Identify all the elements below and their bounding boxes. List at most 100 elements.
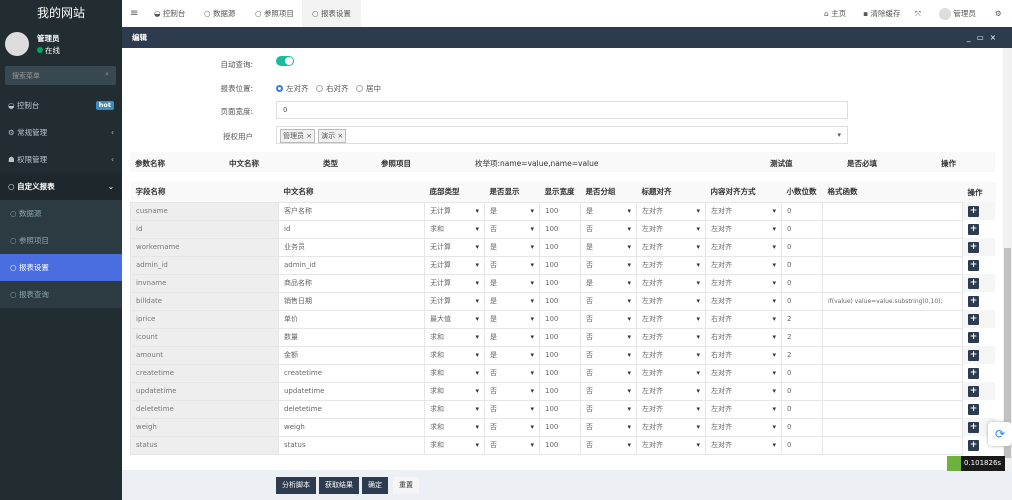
chinese-name[interactable]: id [278,219,425,239]
authorized-users-select[interactable]: 管理员 × 演示 × ▾ [276,126,848,144]
width-input[interactable]: 100 [539,255,581,275]
add-icon[interactable]: + [968,349,979,361]
content-align-select[interactable]: 右对齐 [705,327,782,347]
maximize-icon[interactable]: ▭ [977,33,990,42]
tab-reference[interactable]: ○ 参照项目 [255,0,294,27]
format-function-input[interactable] [822,201,963,221]
chinese-name[interactable]: 单价 [278,309,425,329]
radio-left[interactable]: 左对齐 [276,83,309,94]
content-align-select[interactable]: 左对齐 [705,399,782,419]
content-align-select[interactable]: 左对齐 [705,255,782,275]
remove-tag-icon[interactable]: × [306,132,312,140]
add-icon[interactable]: + [968,439,979,451]
chinese-name[interactable]: admin_id [278,255,425,275]
content-align-select[interactable]: 左对齐 [705,291,782,311]
chinese-name[interactable]: 数量 [278,327,425,347]
user-menu[interactable]: 管理员 [939,0,976,27]
format-function-input[interactable] [822,363,963,383]
menu-toggle-icon[interactable]: ≡ [130,0,138,27]
width-input[interactable]: 100 [539,219,581,239]
radio-right[interactable]: 右对齐 [316,83,349,94]
width-input[interactable]: 100 [539,363,581,383]
settings-icon[interactable]: ⚙ [995,0,1002,27]
content-align-select[interactable]: 左对齐 [705,417,782,437]
decimals-input[interactable]: 0 [781,399,823,419]
chinese-name[interactable]: updatetime [278,381,425,401]
footer-type-select[interactable]: 无计算 [424,273,485,293]
content-align-select[interactable]: 右对齐 [705,345,782,365]
sidebar-item-custom-report[interactable]: ○ 自定义报表 ⌄ [0,173,122,200]
fullscreen-icon[interactable]: ⤧ [915,0,921,27]
chinese-name[interactable]: 业务员 [278,237,425,257]
group-select[interactable]: 是 [580,273,637,293]
group-select[interactable]: 否 [580,399,637,419]
radio-center[interactable]: 居中 [356,83,381,94]
content-align-select[interactable]: 左对齐 [705,435,782,455]
format-function-input[interactable] [822,255,963,275]
add-icon[interactable]: + [968,331,979,343]
format-function-input[interactable] [822,399,963,419]
visible-select[interactable]: 是 [484,327,540,347]
chinese-name[interactable]: 销售日期 [278,291,425,311]
width-input[interactable]: 100 [539,201,581,221]
footer-type-select[interactable]: 求和 [424,381,485,401]
menu-search-input[interactable]: 搜索菜单 ⌕ [5,66,116,85]
footer-type-select[interactable]: 求和 [424,417,485,437]
footer-type-select[interactable]: 求和 [424,399,485,419]
reset-button[interactable]: 重置 [393,477,419,494]
decimals-input[interactable]: 0 [781,237,823,257]
chinese-name[interactable]: weigh [278,417,425,437]
chinese-name[interactable]: status [278,435,425,455]
format-function-input[interactable] [822,273,963,293]
home-link[interactable]: ⌂ 主页 [824,0,846,27]
add-icon[interactable]: + [968,403,979,415]
footer-type-select[interactable]: 求和 [424,219,485,239]
chinese-name[interactable]: deletetime [278,399,425,419]
content-align-select[interactable]: 左对齐 [705,273,782,293]
sidebar-item-report-query[interactable]: ○ 报表查询 [0,281,122,308]
visible-select[interactable]: 是 [484,345,540,365]
width-input[interactable]: 100 [539,309,581,329]
format-function-input[interactable] [822,417,963,437]
site-logo[interactable]: 我的网站 [0,0,122,27]
clear-cache-button[interactable]: ▪ 清除缓存 [863,0,900,27]
sidebar-item-auth[interactable]: ☗ 权限管理 ‹ [0,146,122,173]
add-icon[interactable]: + [968,385,979,397]
title-align-select[interactable]: 左对齐 [636,201,706,221]
title-align-select[interactable]: 左对齐 [636,237,706,257]
chinese-name[interactable]: 客户名称 [278,201,425,221]
content-align-select[interactable]: 左对齐 [705,201,782,221]
width-input[interactable]: 100 [539,237,581,257]
decimals-input[interactable]: 0 [781,381,823,401]
visible-select[interactable]: 否 [484,219,540,239]
group-select[interactable]: 否 [580,219,637,239]
width-input[interactable]: 100 [539,291,581,311]
tab-report-settings[interactable]: ○ 报表设置 [302,0,361,27]
decimals-input[interactable]: 0 [781,417,823,437]
title-align-select[interactable]: 左对齐 [636,291,706,311]
visible-select[interactable]: 否 [484,363,540,383]
title-align-select[interactable]: 左对齐 [636,399,706,419]
title-align-select[interactable]: 左对齐 [636,255,706,275]
group-select[interactable]: 否 [580,381,637,401]
title-align-select[interactable]: 左对齐 [636,273,706,293]
footer-type-select[interactable]: 无计算 [424,291,485,311]
search-icon[interactable]: ⌕ [105,70,109,79]
footer-type-select[interactable]: 最大值 [424,309,485,329]
analyze-script-button[interactable]: 分析脚本 [276,477,316,494]
decimals-input[interactable]: 0 [781,291,823,311]
group-select[interactable]: 否 [580,255,637,275]
chinese-name[interactable]: 金额 [278,345,425,365]
add-icon[interactable]: + [968,277,979,289]
add-icon[interactable]: + [968,223,979,235]
content-align-select[interactable]: 右对齐 [705,309,782,329]
footer-type-select[interactable]: 求和 [424,435,485,455]
group-select[interactable]: 否 [580,363,637,383]
add-icon[interactable]: + [968,421,979,433]
group-select[interactable]: 否 [580,327,637,347]
fetch-result-button[interactable]: 获取结果 [319,477,359,494]
add-icon[interactable]: + [968,205,979,217]
sidebar-item-report-settings[interactable]: ○ 报表设置 [0,254,122,281]
visible-select[interactable]: 否 [484,435,540,455]
footer-type-select[interactable]: 无计算 [424,201,485,221]
